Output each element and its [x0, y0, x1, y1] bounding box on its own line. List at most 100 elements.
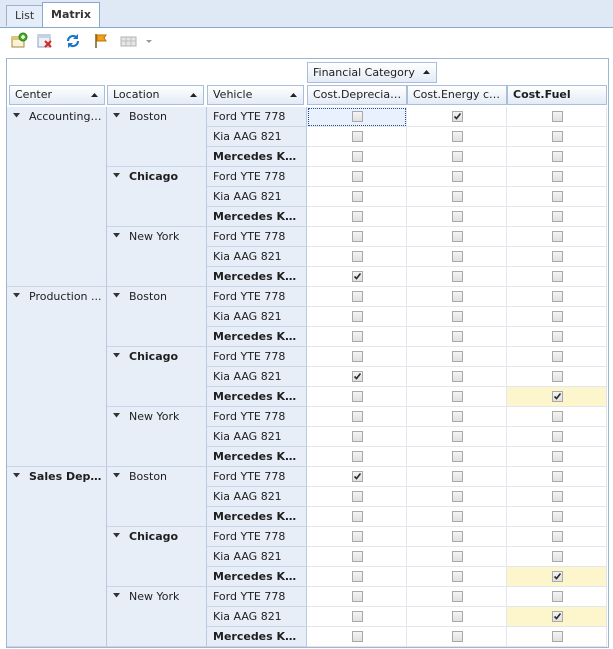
- matrix-cell[interactable]: [307, 587, 407, 607]
- checkbox-checked[interactable]: [552, 611, 563, 622]
- checkbox-unchecked[interactable]: [552, 211, 563, 222]
- checkbox-unchecked[interactable]: [552, 251, 563, 262]
- financial-category-header[interactable]: Financial Category: [307, 62, 437, 83]
- matrix-cell[interactable]: [307, 287, 407, 307]
- checkbox-unchecked[interactable]: [452, 391, 463, 402]
- column-header-center[interactable]: Center: [9, 85, 105, 105]
- matrix-cell[interactable]: [407, 547, 507, 567]
- checkbox-unchecked[interactable]: [452, 631, 463, 642]
- checkbox-unchecked[interactable]: [452, 351, 463, 362]
- checkbox-unchecked[interactable]: [452, 131, 463, 142]
- matrix-cell[interactable]: [507, 227, 607, 247]
- checkbox-unchecked[interactable]: [552, 471, 563, 482]
- checkbox-unchecked[interactable]: [552, 191, 563, 202]
- checkbox-unchecked[interactable]: [552, 311, 563, 322]
- vehicle-cell[interactable]: Ford YTE 778: [207, 467, 307, 487]
- matrix-cell[interactable]: [307, 347, 407, 367]
- refresh-icon[interactable]: [64, 32, 82, 50]
- checkbox-unchecked[interactable]: [552, 631, 563, 642]
- checkbox-unchecked[interactable]: [352, 611, 363, 622]
- checkbox-unchecked[interactable]: [352, 231, 363, 242]
- vehicle-cell[interactable]: Kia AAG 821: [207, 367, 307, 387]
- matrix-cell[interactable]: [407, 627, 507, 647]
- matrix-cell[interactable]: [507, 367, 607, 387]
- vehicle-cell[interactable]: Ford YTE 778: [207, 167, 307, 187]
- matrix-cell[interactable]: [507, 387, 607, 407]
- matrix-cell[interactable]: [507, 467, 607, 487]
- matrix-cell[interactable]: [407, 187, 507, 207]
- checkbox-checked[interactable]: [352, 271, 363, 282]
- vehicle-cell[interactable]: Ford YTE 778: [207, 587, 307, 607]
- vehicle-cell[interactable]: Mercedes KY 55...: [207, 627, 307, 647]
- matrix-cell[interactable]: [307, 187, 407, 207]
- matrix-cell[interactable]: [407, 467, 507, 487]
- vehicle-cell[interactable]: Mercedes KY 55...: [207, 387, 307, 407]
- checkbox-unchecked[interactable]: [552, 111, 563, 122]
- matrix-cell[interactable]: [407, 387, 507, 407]
- dropdown-arrow-icon[interactable]: [140, 32, 152, 50]
- vehicle-cell[interactable]: Kia AAG 821: [207, 547, 307, 567]
- checkbox-unchecked[interactable]: [352, 331, 363, 342]
- delete-icon[interactable]: [36, 32, 54, 50]
- matrix-cell[interactable]: [307, 547, 407, 567]
- matrix-cell[interactable]: [507, 407, 607, 427]
- checkbox-unchecked[interactable]: [552, 131, 563, 142]
- location-group-cell[interactable]: Chicago: [107, 347, 207, 407]
- matrix-cell[interactable]: [407, 587, 507, 607]
- collapse-chevron-icon[interactable]: [113, 413, 120, 418]
- checkbox-unchecked[interactable]: [452, 331, 463, 342]
- vehicle-cell[interactable]: Ford YTE 778: [207, 287, 307, 307]
- checkbox-unchecked[interactable]: [452, 571, 463, 582]
- checkbox-unchecked[interactable]: [452, 151, 463, 162]
- vehicle-cell[interactable]: Ford YTE 778: [207, 347, 307, 367]
- checkbox-unchecked[interactable]: [552, 431, 563, 442]
- checkbox-checked[interactable]: [352, 471, 363, 482]
- checkbox-unchecked[interactable]: [352, 191, 363, 202]
- location-group-cell[interactable]: Boston: [107, 107, 207, 167]
- center-group-cell[interactable]: Accounting ...: [7, 107, 107, 287]
- checkbox-unchecked[interactable]: [452, 451, 463, 462]
- vehicle-cell[interactable]: Kia AAG 821: [207, 427, 307, 447]
- collapse-chevron-icon[interactable]: [13, 113, 20, 118]
- matrix-cell[interactable]: [307, 467, 407, 487]
- matrix-cell[interactable]: [507, 307, 607, 327]
- matrix-cell[interactable]: [507, 487, 607, 507]
- matrix-cell[interactable]: [507, 627, 607, 647]
- matrix-cell[interactable]: [307, 447, 407, 467]
- matrix-cell[interactable]: [407, 367, 507, 387]
- location-group-cell[interactable]: New York: [107, 407, 207, 467]
- collapse-chevron-icon[interactable]: [113, 293, 120, 298]
- matrix-cell[interactable]: [407, 567, 507, 587]
- matrix-cell[interactable]: [407, 127, 507, 147]
- column-header-vehicle[interactable]: Vehicle: [207, 85, 304, 105]
- tab-matrix[interactable]: Matrix: [42, 2, 100, 27]
- flag-icon[interactable]: [92, 32, 110, 50]
- checkbox-unchecked[interactable]: [352, 311, 363, 322]
- checkbox-unchecked[interactable]: [452, 211, 463, 222]
- matrix-cell[interactable]: [307, 227, 407, 247]
- matrix-cell[interactable]: [407, 167, 507, 187]
- vehicle-cell[interactable]: Kia AAG 821: [207, 307, 307, 327]
- matrix-cell[interactable]: [307, 267, 407, 287]
- collapse-chevron-icon[interactable]: [113, 533, 120, 538]
- grid-options-icon[interactable]: [120, 32, 137, 50]
- collapse-chevron-icon[interactable]: [113, 593, 120, 598]
- vehicle-cell[interactable]: Ford YTE 778: [207, 527, 307, 547]
- matrix-cell[interactable]: [407, 347, 507, 367]
- checkbox-unchecked[interactable]: [352, 131, 363, 142]
- vehicle-cell[interactable]: Kia AAG 821: [207, 607, 307, 627]
- matrix-cell[interactable]: [407, 427, 507, 447]
- checkbox-unchecked[interactable]: [452, 311, 463, 322]
- matrix-cell[interactable]: [307, 407, 407, 427]
- matrix-cell[interactable]: [507, 547, 607, 567]
- vehicle-cell[interactable]: Kia AAG 821: [207, 487, 307, 507]
- checkbox-unchecked[interactable]: [552, 171, 563, 182]
- matrix-cell[interactable]: [307, 307, 407, 327]
- checkbox-unchecked[interactable]: [552, 231, 563, 242]
- checkbox-unchecked[interactable]: [552, 411, 563, 422]
- location-group-cell[interactable]: New York: [107, 587, 207, 647]
- matrix-cell[interactable]: [307, 627, 407, 647]
- matrix-cell[interactable]: [407, 147, 507, 167]
- checkbox-unchecked[interactable]: [352, 451, 363, 462]
- checkbox-unchecked[interactable]: [352, 391, 363, 402]
